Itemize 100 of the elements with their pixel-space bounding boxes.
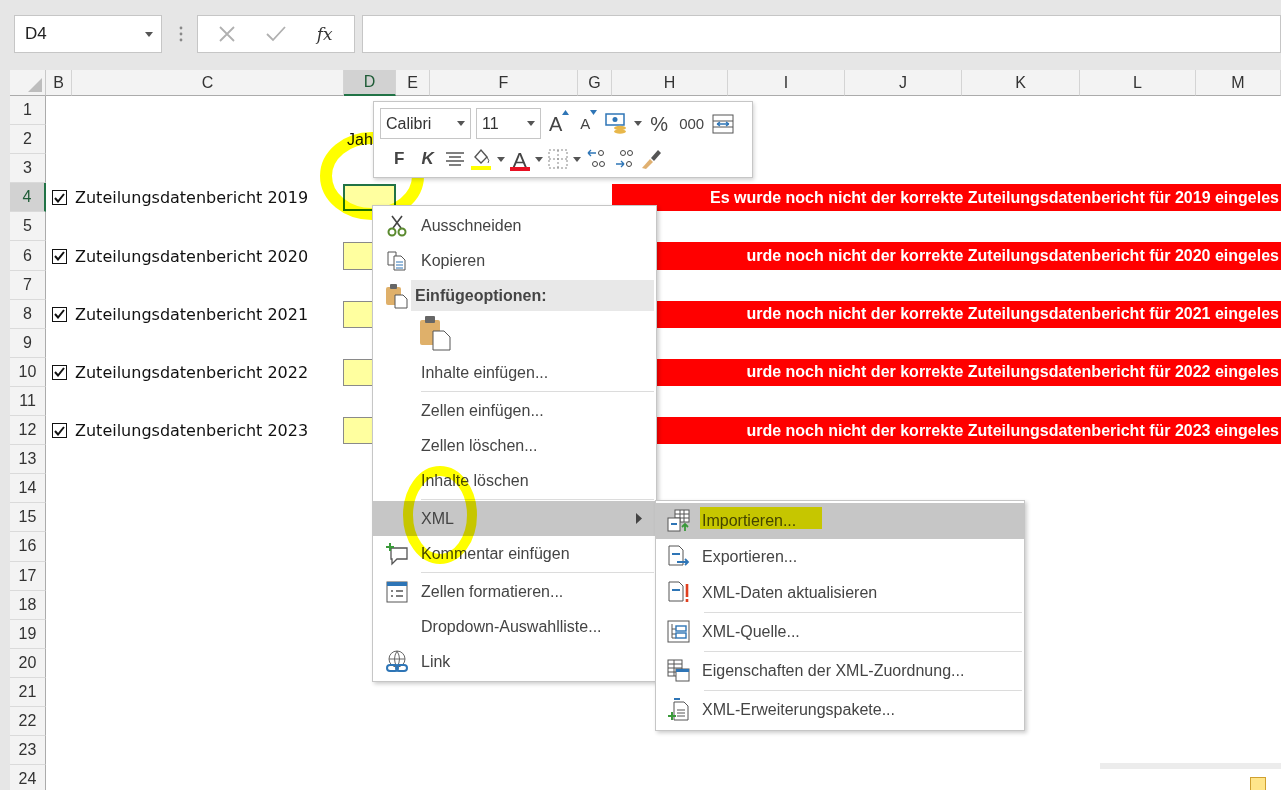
percent-button[interactable]: %: [647, 109, 672, 138]
tree-list-icon: [667, 620, 691, 644]
checkmark-icon: [53, 309, 65, 320]
thousands-separator-button[interactable]: 000: [676, 109, 708, 138]
italic-button[interactable]: K: [415, 145, 440, 173]
down-triangle-icon: [590, 109, 598, 115]
row-header[interactable]: 22: [10, 706, 46, 737]
column-header[interactable]: J: [845, 70, 962, 96]
submenu-arrow-icon: [636, 513, 642, 524]
checkmark-icon: [53, 367, 65, 378]
checkbox[interactable]: [51, 306, 67, 322]
column-header[interactable]: I: [728, 70, 845, 96]
row-header[interactable]: 16: [10, 532, 46, 562]
column-header[interactable]: M: [1196, 70, 1281, 96]
up-triangle-icon: [562, 109, 570, 115]
grow-font-button[interactable]: A: [546, 109, 573, 138]
menu-item[interactable]: XML: [373, 501, 656, 536]
font-color-button[interactable]: A: [509, 147, 530, 171]
caret-icon[interactable]: [634, 121, 643, 126]
chain-link-icon: [385, 649, 409, 674]
column-header[interactable]: F: [430, 70, 578, 96]
check-icon[interactable]: [266, 26, 287, 42]
formula-field[interactable]: [362, 15, 1281, 53]
menu-item[interactable]: Zellen formatieren...: [373, 574, 656, 609]
column-header[interactable]: L: [1080, 70, 1196, 96]
font-size-dropdown[interactable]: 11: [476, 108, 541, 139]
row-header[interactable]: 13: [10, 445, 46, 475]
row-header[interactable]: 11: [10, 386, 46, 417]
row-header[interactable]: 10: [10, 357, 46, 387]
row-header[interactable]: 2: [10, 125, 46, 155]
checkbox[interactable]: [51, 423, 67, 439]
row-header[interactable]: 5: [10, 212, 46, 242]
grip-icon: [179, 26, 183, 42]
menu-item[interactable]: Dropdown-Auswahlliste...: [373, 609, 656, 644]
row-header[interactable]: 23: [10, 736, 46, 766]
row-header[interactable]: 4: [10, 183, 46, 213]
column-header[interactable]: K: [962, 70, 1080, 96]
row-header[interactable]: 7: [10, 270, 46, 300]
row-header[interactable]: 14: [10, 474, 46, 504]
caret-icon: [457, 121, 465, 126]
checkbox-label: Zuteilungsdatenbericht 2022: [74, 362, 309, 382]
clipboard-icon: [385, 282, 409, 309]
menu-item[interactable]: Eigenschaften der XML-Zuordnung...: [656, 653, 1024, 689]
document-exclamation-icon: [667, 581, 691, 605]
shrink-font-button[interactable]: A: [577, 109, 601, 138]
column-header[interactable]: G: [578, 70, 612, 96]
font-dropdown[interactable]: Calibri: [380, 108, 471, 139]
menu-item[interactable]: XML-Quelle...: [656, 614, 1024, 650]
row-header[interactable]: 1: [10, 96, 46, 126]
checkmark-icon: [53, 192, 65, 203]
comment-icon: [385, 541, 409, 566]
fill-color-icon[interactable]: [469, 147, 492, 171]
column-header[interactable]: E: [396, 70, 430, 96]
row-header[interactable]: 21: [10, 677, 46, 707]
checkbox[interactable]: [51, 364, 67, 380]
row-header[interactable]: 6: [10, 241, 46, 271]
row-header[interactable]: 18: [10, 590, 46, 620]
caret-icon[interactable]: [572, 156, 581, 162]
increase-decimal-icon[interactable]: [585, 148, 608, 170]
document-arrow-icon: [667, 545, 691, 569]
menu-item[interactable]: XML-Daten aktualisieren: [656, 575, 1024, 611]
column-header[interactable]: H: [612, 70, 728, 96]
row-header[interactable]: 3: [10, 154, 46, 184]
scissors-icon: [385, 213, 409, 238]
checkbox-label: Zuteilungsdatenbericht 2020: [74, 246, 309, 266]
form-icon: [386, 580, 408, 603]
caret-icon[interactable]: [534, 156, 543, 162]
menu-item[interactable]: Link: [373, 644, 656, 679]
row-header[interactable]: 20: [10, 648, 46, 678]
checkbox-label: Zuteilungsdatenbericht 2023: [74, 421, 309, 441]
column-header[interactable]: D: [344, 70, 396, 96]
checkmark-icon: [53, 425, 65, 436]
warning-banner: Es wurde noch nicht der korrekte Zuteilungsdatenbericht für 2019 eingeles: [612, 184, 1281, 212]
caret-icon[interactable]: [496, 156, 505, 162]
menu-item[interactable]: Exportieren...: [656, 539, 1024, 575]
row-header[interactable]: 15: [10, 503, 46, 533]
row-header[interactable]: 19: [10, 619, 46, 649]
row-header[interactable]: 12: [10, 416, 46, 446]
copy-icon: [386, 249, 408, 272]
row-header[interactable]: 24: [10, 765, 46, 790]
clipboard-icon: [419, 314, 451, 351]
menu-item[interactable]: XML-Erweiterungspakete...: [656, 692, 1024, 728]
caret-icon: [527, 121, 535, 126]
row-header[interactable]: 8: [10, 299, 46, 329]
bold-button[interactable]: F: [380, 145, 411, 173]
row-header[interactable]: 9: [10, 328, 46, 358]
column-header[interactable]: B: [46, 70, 72, 96]
row-header[interactable]: 17: [10, 561, 46, 591]
name-box[interactable]: D4: [14, 15, 162, 53]
checkbox[interactable]: [51, 190, 67, 206]
cell-text: Jah: [346, 130, 373, 149]
checkbox[interactable]: [51, 248, 67, 264]
paintbrush-icon[interactable]: [639, 148, 662, 170]
insert-function-button[interactable]: fx: [316, 24, 333, 44]
checkmark-icon: [53, 251, 65, 261]
column-width-icon[interactable]: [712, 113, 735, 134]
caret-icon[interactable]: [145, 31, 153, 37]
align-center-icon[interactable]: [444, 151, 465, 167]
document-plus-icon: [667, 698, 691, 722]
column-header[interactable]: C: [72, 70, 344, 96]
